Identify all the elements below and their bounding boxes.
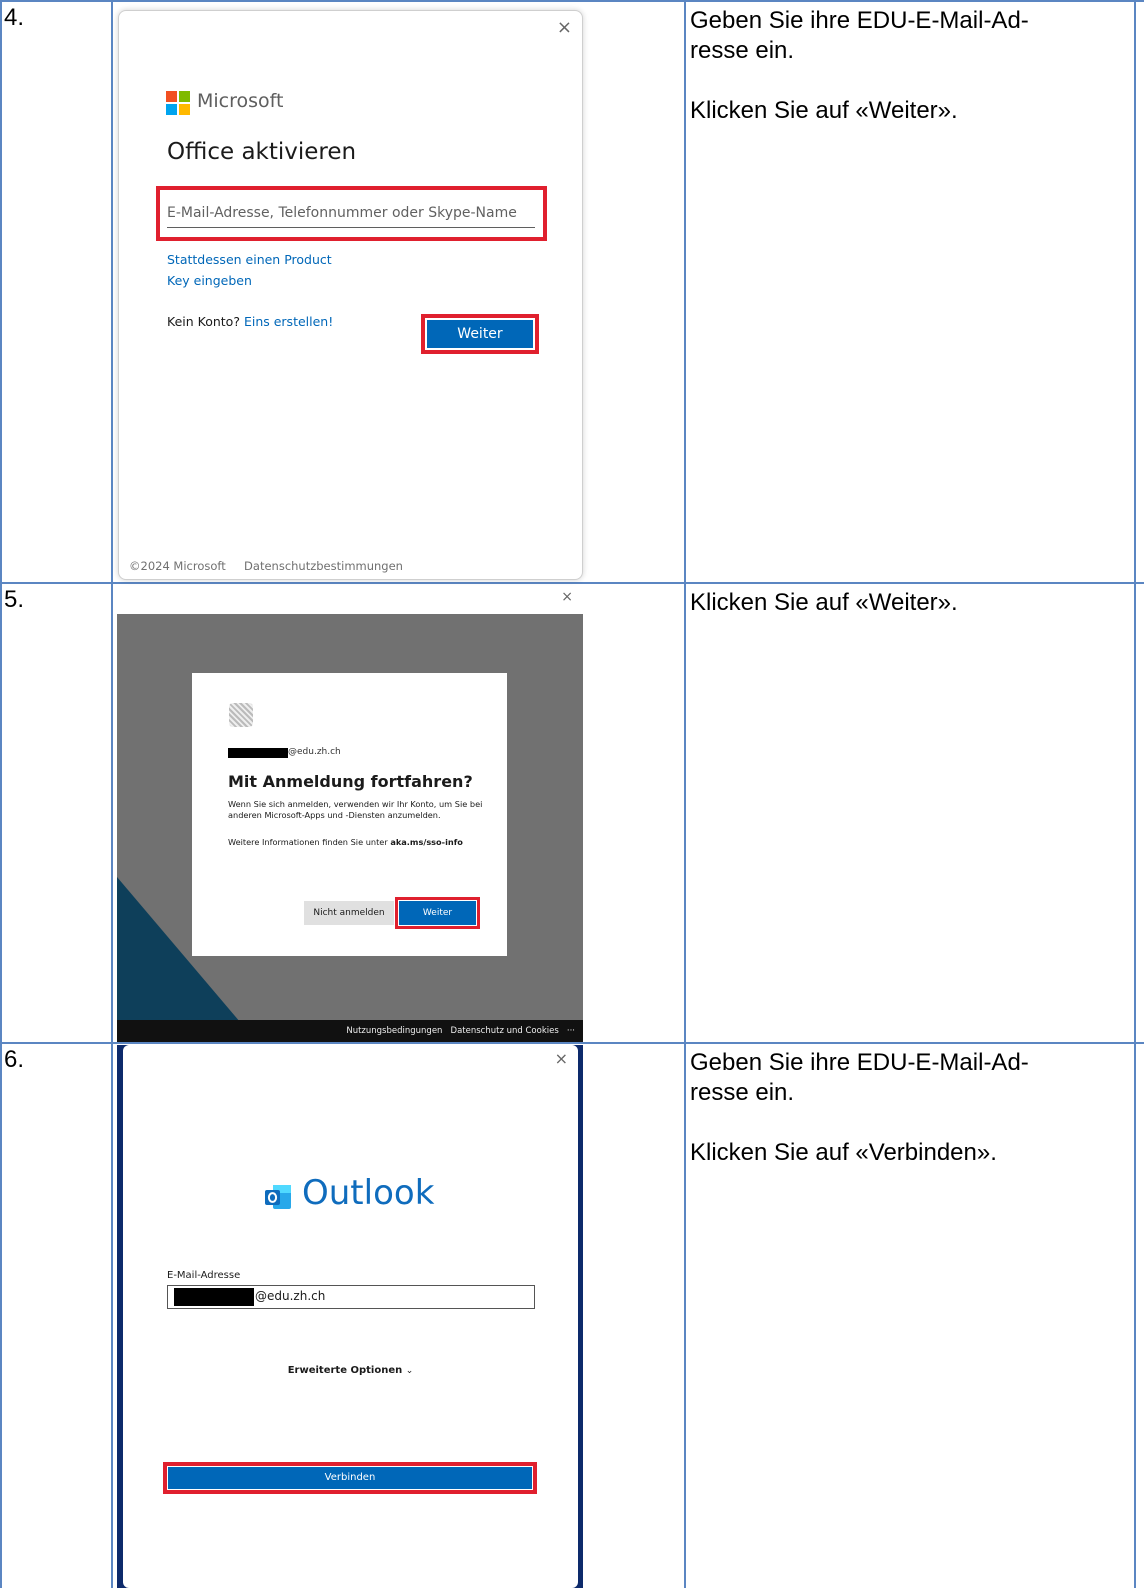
step-number: 6. [4, 1046, 25, 1073]
instruction-text: Klicken Sie auf «Weiter». [690, 97, 958, 124]
next-button[interactable]: Weiter [427, 320, 533, 348]
outlook-setup-window: × Outlook E-Mail-Adresse @edu.zh.ch Erwe… [117, 1045, 583, 1588]
instruction-text: Geben Sie ihre EDU-E-Mail-Ad- resse ein. [690, 7, 1029, 64]
no-account-label: Kein Konto? [167, 314, 240, 329]
close-icon[interactable]: × [555, 1049, 568, 1068]
dialog-title: Mit Anmeldung fortfahren? [228, 772, 473, 791]
microsoft-logo-icon [166, 91, 190, 115]
more-options-icon[interactable]: ··· [567, 1026, 575, 1036]
email-label: E-Mail-Adresse [167, 1270, 241, 1281]
terms-link[interactable]: Nutzungsbedingungen [346, 1026, 442, 1036]
no-account-text: Kein Konto? Eins erstellen! [167, 314, 333, 329]
step-number: 4. [4, 4, 25, 31]
info-text: Weitere Informationen finden Sie unter a… [228, 837, 488, 848]
sso-confirm-window: × Nutzungsbedingungen Datenschutz und Co… [117, 587, 583, 1042]
step-instructions: Geben Sie ihre EDU-E-Mail-Ad- resse ein.… [690, 6, 1130, 156]
create-account-link[interactable]: Eins erstellen! [244, 314, 333, 329]
copyright-text: ©2024 Microsoft [129, 559, 226, 573]
redacted-username [174, 1288, 254, 1306]
connect-button[interactable]: Verbinden [168, 1467, 532, 1489]
office-activation-dialog: × Microsoft Office aktivieren E-Mail-Adr… [118, 10, 583, 580]
redacted-username [228, 748, 288, 758]
instruction-text: Klicken Sie auf «Verbinden». [690, 1139, 997, 1166]
table-border-col2 [684, 0, 686, 1588]
product-key-link[interactable]: Stattdessen einen Product [167, 252, 332, 267]
privacy-link[interactable]: Datenschutz und Cookies [451, 1026, 559, 1036]
advanced-options-toggle[interactable]: Erweiterte Optionen ⌄ [123, 1365, 578, 1376]
email-input[interactable]: E-Mail-Adresse, Telefonnummer oder Skype… [167, 199, 535, 228]
info-prefix: Weitere Informationen finden Sie unter [228, 837, 388, 847]
step-instructions: Klicken Sie auf «Weiter». [690, 588, 1130, 648]
sso-card: @edu.zh.ch Mit Anmeldung fortfahren? Wen… [192, 673, 507, 956]
dialog-title: Office aktivieren [167, 139, 357, 165]
footer-bar: Nutzungsbedingungen Datenschutz und Cook… [117, 1020, 583, 1042]
outlook-logo-icon [265, 1185, 291, 1209]
footer: ©2024 Microsoft Datenschutzbestimmungen [129, 559, 403, 573]
outlook-dialog: × Outlook E-Mail-Adresse @edu.zh.ch Erwe… [123, 1045, 578, 1588]
instruction-text: Geben Sie ihre EDU-E-Mail-Ad- resse ein. [690, 1049, 1029, 1106]
brand-name: Microsoft [197, 90, 284, 112]
next-button[interactable]: Weiter [399, 901, 476, 925]
privacy-link[interactable]: Datenschutzbestimmungen [244, 559, 403, 573]
app-name: Outlook [302, 1173, 435, 1213]
table-border-left [0, 0, 2, 1588]
table-row-divider [0, 582, 1144, 584]
body-text: Wenn Sie sich anmelden, verwenden wir Ih… [228, 799, 483, 820]
account-email: @edu.zh.ch [288, 747, 341, 757]
email-domain: @edu.zh.ch [255, 1289, 326, 1303]
email-input[interactable]: @edu.zh.ch [167, 1285, 535, 1309]
close-icon[interactable]: × [561, 589, 573, 605]
step-instructions: Geben Sie ihre EDU-E-Mail-Ad- resse ein.… [690, 1048, 1130, 1198]
product-key-link[interactable]: Key eingeben [167, 273, 252, 288]
chevron-down-icon: ⌄ [405, 1366, 414, 1376]
table-border-top [0, 0, 1144, 2]
instruction-text: Klicken Sie auf «Weiter». [690, 589, 958, 616]
organization-logo-icon [229, 703, 253, 727]
decline-button[interactable]: Nicht anmelden [304, 901, 394, 925]
table-row-divider [0, 1042, 1144, 1044]
sso-info-link[interactable]: aka.ms/sso-info [390, 837, 463, 847]
close-icon[interactable]: × [557, 17, 572, 38]
table-border-right [1134, 0, 1136, 1588]
step-number: 5. [4, 586, 25, 613]
advanced-options-label: Erweiterte Optionen [287, 1365, 403, 1376]
table-border-col1 [111, 0, 113, 1588]
